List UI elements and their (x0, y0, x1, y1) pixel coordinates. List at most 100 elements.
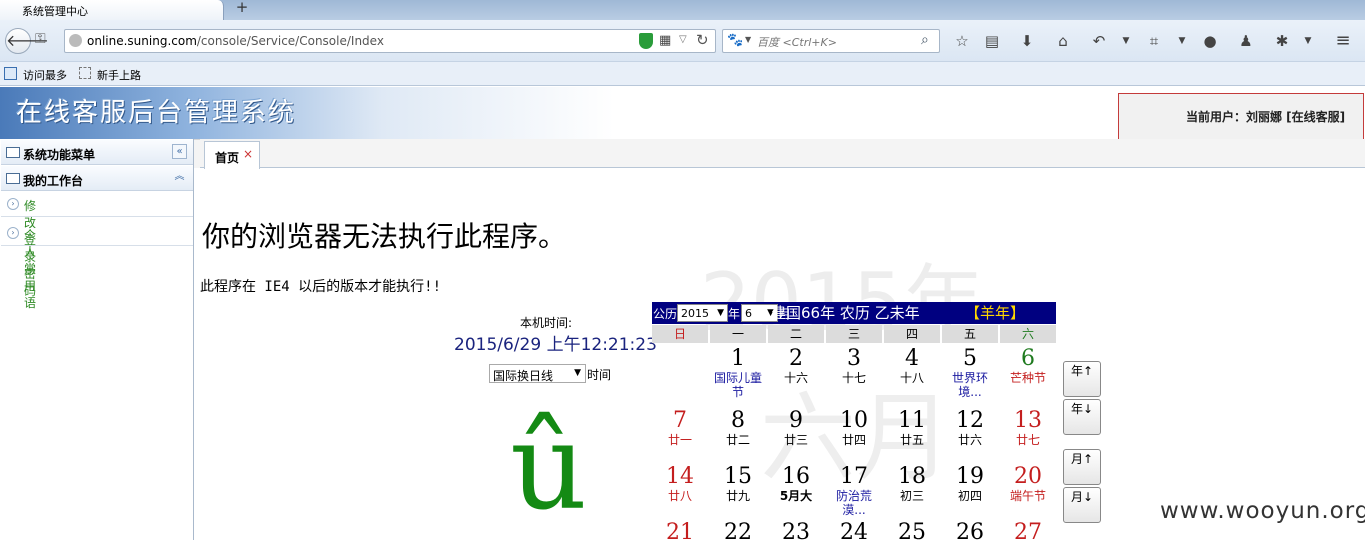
weekday-header: 二 (768, 325, 824, 343)
calendar-day-lunar: 端午节 (1009, 489, 1046, 503)
calendar-day-lunar: 十七 (841, 371, 866, 385)
baidu-paw-icon[interactable]: 🐾 (727, 33, 743, 48)
sidebar-header-menu-label: 系统功能菜单 (23, 148, 96, 162)
calendar-day[interactable]: 12 廿六 (942, 408, 998, 448)
sidebar-header-menu[interactable]: 系统功能菜单 « (1, 140, 193, 165)
calendar-day[interactable]: 23 (768, 521, 824, 540)
calendar-day[interactable]: 9 廿三 (768, 409, 824, 448)
timezone-select[interactable]: 国际换日线 ▼ (489, 364, 586, 383)
month-down-button[interactable]: 月↓ (1063, 487, 1101, 523)
calendar-gongli-label: 公历 (653, 307, 678, 321)
collapse-left-icon[interactable]: « (172, 144, 187, 159)
chat-icon[interactable]: ● (1200, 30, 1220, 52)
local-time-label: 本机时间: (520, 316, 573, 330)
calendar-day[interactable]: 6 芒种节 (1000, 347, 1056, 386)
browser-tab[interactable]: 系统管理中心 (0, 0, 224, 20)
crop-icon[interactable]: ⌗ (1144, 30, 1164, 52)
bookmark-star-icon[interactable]: ☆ (952, 30, 972, 52)
calendar-day-lunar: 廿五 (899, 433, 924, 447)
browser-tab-title: 系统管理中心 (22, 5, 88, 18)
calendar-day[interactable]: 25 (884, 521, 940, 540)
home-icon[interactable]: ⌂ (1053, 30, 1073, 52)
calendar-day[interactable]: 21 (652, 521, 708, 540)
calendar-year-select[interactable]: 2015 ▼ (677, 304, 728, 322)
calendar-day[interactable]: 18 初三 (884, 465, 940, 504)
calendar-day-lunar: 5月大 (779, 489, 813, 503)
calendar-day-number: 26 (956, 520, 984, 540)
calendar-day-number: 2 (789, 346, 803, 371)
calendar-day[interactable]: 8 廿二 (710, 409, 766, 448)
calendar-day[interactable]: 2 十六 (768, 346, 824, 386)
calendar-day-lunar: 廿六 (957, 433, 982, 447)
calendar-day[interactable]: 24 (826, 521, 882, 540)
user-icon[interactable]: ♟ (1236, 30, 1256, 52)
calendar-day[interactable]: 17 防治荒漠... (826, 465, 882, 518)
close-icon[interactable]: × (243, 147, 253, 161)
qrcode-icon[interactable]: ▦ (659, 33, 671, 48)
crop-dropdown-icon[interactable]: ▼ (1172, 30, 1192, 52)
calendar-day[interactable]: 14 廿八 (652, 464, 708, 504)
chevron-right-icon: › (7, 198, 19, 210)
sidebar-header-workbench[interactable]: 我的工作台 ︽ (1, 166, 193, 191)
calendar-day[interactable]: 26 (942, 521, 998, 540)
calendar-day[interactable]: 20 端午节 (1000, 465, 1056, 504)
calendar-day-number: 12 (956, 408, 984, 433)
calendar-day[interactable]: 15 廿九 (710, 464, 766, 504)
calendar-day-number: 11 (898, 408, 926, 433)
search-icon[interactable]: ⌕ (921, 32, 929, 48)
calendar-day[interactable]: 7 廿一 (652, 409, 708, 448)
calendar-day[interactable]: 11 廿五 (884, 408, 940, 448)
calendar-day-number: 13 (1014, 408, 1042, 433)
calendar-day[interactable]: 13 廿七 (1000, 408, 1056, 448)
calendar-day-number: 25 (898, 520, 926, 540)
calendar-day-lunar: 廿二 (725, 433, 750, 447)
engine-dropdown-icon[interactable]: ▼ (745, 35, 751, 44)
content-tab-strip (200, 139, 1365, 168)
key-icon[interactable]: ⚿ (35, 31, 46, 47)
calendar-day-number: 14 (666, 464, 694, 489)
refresh-icon[interactable]: ↻ (696, 31, 709, 49)
back-button[interactable]: 🡐 (5, 28, 49, 54)
calendar-day[interactable]: 16 5月大 (768, 464, 824, 504)
calendar-day-number: 23 (782, 520, 810, 540)
weekday-header: 一 (710, 325, 766, 343)
extension-icon[interactable]: ✱ (1272, 30, 1292, 52)
search-box[interactable]: 🐾 ▼ 百度 <Ctrl+K> ⌕ (722, 29, 940, 53)
calendar-day-lunar: 国际儿童节 (713, 371, 762, 399)
new-tab-button[interactable]: + (234, 0, 250, 16)
current-user-label: 当前用户：刘丽娜 [在线客服] (1186, 110, 1346, 124)
reading-list-icon[interactable]: ▤ (982, 30, 1002, 52)
calendar-day[interactable]: 5 世界环境... (942, 347, 998, 400)
menu-icon[interactable]: ≡ (1333, 30, 1353, 52)
calendar-day-number: 16 (782, 464, 810, 489)
year-up-button[interactable]: 年↑ (1063, 361, 1101, 397)
calendar-day-number: 19 (956, 464, 984, 489)
calendar-day-number: 15 (724, 464, 752, 489)
month-up-button[interactable]: 月↑ (1063, 449, 1101, 485)
year-down-button[interactable]: 年↓ (1063, 399, 1101, 435)
undo-dropdown-icon[interactable]: ▼ (1116, 30, 1136, 52)
calendar-day[interactable]: 27 (1000, 521, 1056, 540)
collapse-up-icon[interactable]: ︽ (172, 170, 187, 185)
calendar-day[interactable]: 10 廿四 (826, 409, 882, 448)
calendar-day-lunar: 廿八 (667, 489, 692, 503)
calendar-day[interactable]: 19 初四 (942, 464, 998, 504)
menu-panel-icon (6, 147, 20, 158)
bookmark-most-visited[interactable]: 访问最多 (23, 67, 67, 83)
undo-icon[interactable]: ↶ (1089, 30, 1109, 52)
calendar-day[interactable]: 22 (710, 521, 766, 540)
bookmark-getting-started[interactable]: 新手上路 (97, 67, 141, 83)
dropdown-arrow-icon[interactable]: ▽ (679, 34, 687, 45)
tab-home[interactable]: 首页 × (204, 141, 260, 169)
calendar-zodiac: 【羊年】 (965, 304, 1026, 322)
url-bar[interactable]: online.suning.com/console/Service/Consol… (64, 29, 716, 53)
calendar-day-lunar: 十六 (783, 371, 808, 385)
calendar-day[interactable]: 3 十七 (826, 347, 882, 386)
calendar-day-number: 27 (1014, 520, 1042, 540)
clock-placeholder-glyph: û (510, 398, 588, 537)
calendar-day[interactable]: 4 十八 (884, 347, 940, 386)
download-icon[interactable]: ⬇ (1017, 30, 1037, 52)
calendar-day[interactable]: 1 国际儿童节 (710, 347, 766, 400)
shield-icon[interactable] (639, 33, 653, 49)
extension-dropdown-icon[interactable]: ▼ (1298, 30, 1318, 52)
